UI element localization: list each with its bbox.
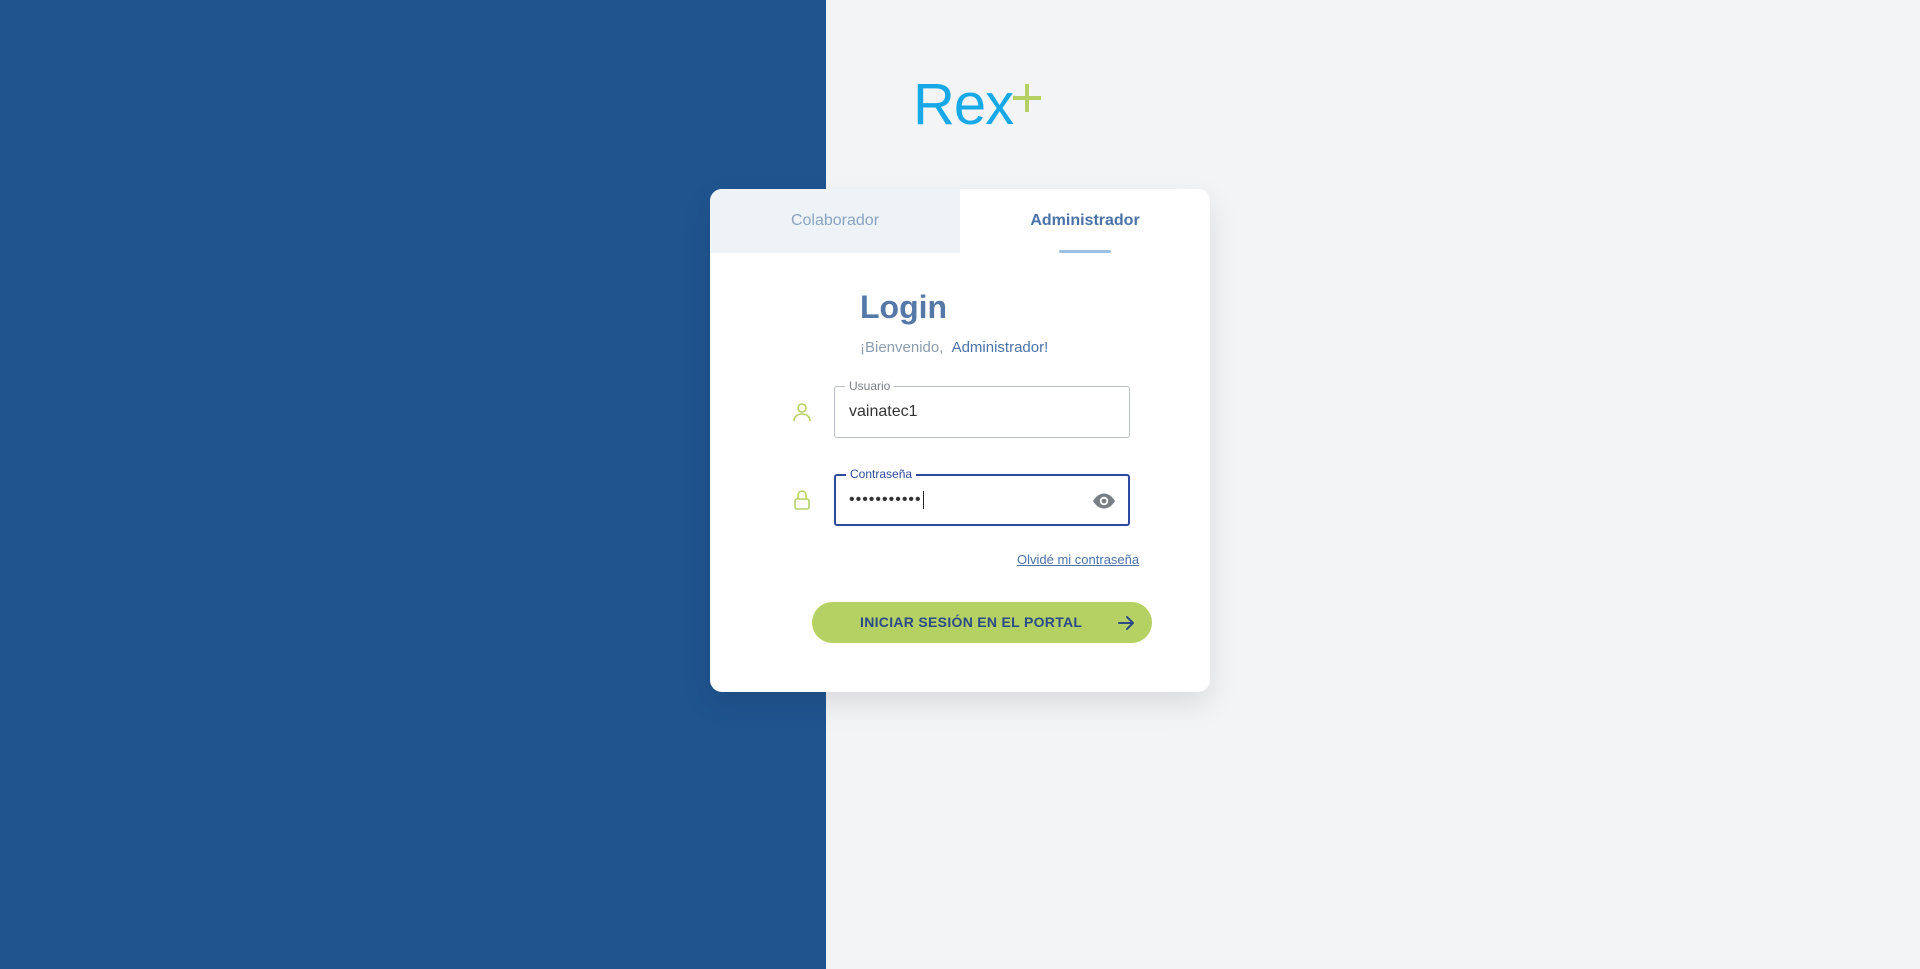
text-caret (922, 491, 924, 509)
tab-label: Colaborador (790, 212, 880, 229)
login-submit-button[interactable]: INICIAR SESIÓN EN EL PORTAL (812, 602, 1152, 643)
arrow-right-icon (1118, 616, 1134, 630)
welcome-text: ¡Bienvenido, (860, 339, 944, 356)
logo-plus-icon (1013, 84, 1041, 112)
brand-panel (0, 0, 826, 969)
welcome-message: ¡Bienvenido, Administrador! (860, 339, 1048, 356)
password-value: ••••••••••• (849, 491, 924, 509)
tab-colaborador[interactable]: Colaborador (710, 189, 960, 253)
username-row: Usuario vainatec1 (790, 379, 1130, 438)
lock-icon (794, 490, 810, 510)
tab-administrador[interactable]: Administrador (960, 189, 1210, 253)
login-button-label: INICIAR SESIÓN EN EL PORTAL (860, 614, 1083, 630)
logo-text: Rex (913, 72, 1014, 137)
login-page: Rex Colaborador Administrador Login ¡Bie… (0, 0, 1920, 969)
password-label: Contraseña (846, 467, 917, 481)
welcome-role: Administrador! (951, 339, 1049, 356)
eye-icon[interactable] (1092, 490, 1116, 512)
password-row: Contraseña ••••••••••• (790, 467, 1130, 526)
tab-label: Administrador (1030, 212, 1140, 229)
login-card: Colaborador Administrador Login ¡Bienven… (710, 189, 1210, 692)
role-tabs: Colaborador Administrador (710, 189, 1210, 253)
active-tab-indicator (1059, 250, 1111, 253)
password-field[interactable]: Contraseña ••••••••••• (834, 467, 1130, 526)
username-label: Usuario (845, 379, 895, 393)
user-icon (793, 403, 811, 422)
page-title: Login (860, 289, 948, 325)
username-field[interactable]: Usuario vainatec1 (834, 379, 1130, 438)
forgot-password-link[interactable]: Olvidé mi contraseña (1017, 552, 1139, 567)
password-mask: ••••••••••• (849, 491, 922, 509)
username-value: vainatec1 (849, 403, 918, 420)
rex-logo: Rex (913, 70, 1041, 140)
